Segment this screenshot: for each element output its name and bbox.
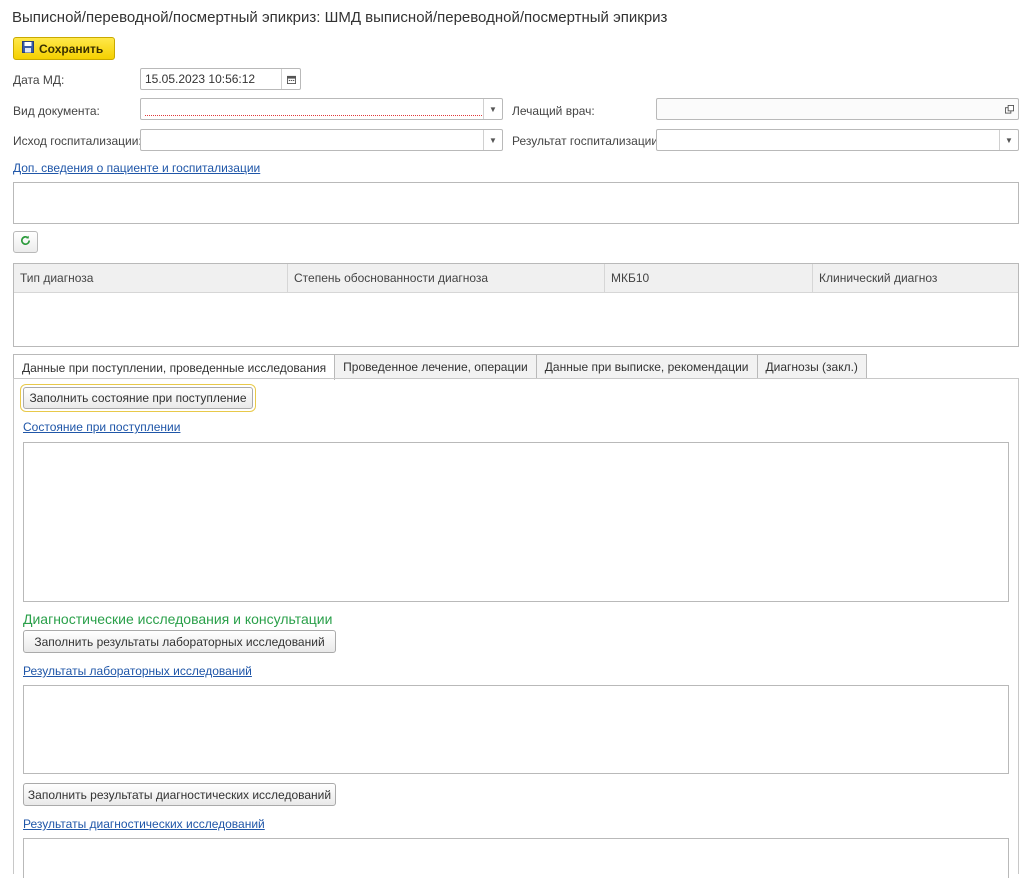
extra-info-textarea[interactable] xyxy=(13,182,1019,224)
required-marker xyxy=(145,115,482,116)
window-edge xyxy=(0,0,3,874)
lab-results-link[interactable]: Результаты лабораторных исследований xyxy=(23,664,252,678)
outcome-select[interactable]: ▼ xyxy=(140,129,503,151)
date-field[interactable]: 15.05.2023 10:56:12 xyxy=(140,68,301,90)
extra-info-link[interactable]: Доп. сведения о пациенте и госпитализаци… xyxy=(13,161,260,175)
result-select[interactable]: ▼ xyxy=(656,129,1019,151)
result-label: Результат госпитализации: xyxy=(512,134,662,148)
diagnosis-table[interactable]: Тип диагноза Степень обоснованности диаг… xyxy=(13,263,1019,347)
column-header[interactable]: МКБ10 xyxy=(605,264,813,292)
fill-admission-state-button[interactable]: Заполнить состояние при поступление xyxy=(20,384,256,412)
admission-state-textarea[interactable] xyxy=(23,442,1009,602)
refresh-button[interactable] xyxy=(13,231,38,253)
date-value: 15.05.2023 10:56:12 xyxy=(145,72,256,86)
tab-treatment[interactable]: Проведенное лечение, операции xyxy=(334,354,537,379)
chevron-down-icon[interactable]: ▼ xyxy=(483,99,502,119)
column-header[interactable]: Клинический диагноз xyxy=(813,264,1018,292)
tab-bar: Данные при поступлении, проведенные иссл… xyxy=(13,354,867,380)
save-button[interactable]: Сохранить xyxy=(13,37,115,60)
fill-lab-results-button[interactable]: Заполнить результаты лабораторных исслед… xyxy=(23,630,336,653)
save-button-label: Сохранить xyxy=(39,41,104,56)
diag-results-link[interactable]: Результаты диагностических исследований xyxy=(23,817,265,831)
tab-admission-data[interactable]: Данные при поступлении, проведенные иссл… xyxy=(13,354,336,380)
doc-type-select[interactable]: ▼ xyxy=(140,98,503,120)
chevron-down-icon[interactable]: ▼ xyxy=(483,130,502,150)
tab-diagnoses[interactable]: Диагнозы (закл.) xyxy=(756,354,867,379)
diag-results-textarea[interactable] xyxy=(23,838,1009,878)
save-icon xyxy=(22,41,34,56)
diagnostics-section-title: Диагностические исследования и консульта… xyxy=(23,611,333,627)
tab-discharge-data[interactable]: Данные при выписке, рекомендации xyxy=(535,354,758,379)
lab-results-textarea[interactable] xyxy=(23,685,1009,774)
column-header[interactable]: Степень обоснованности диагноза xyxy=(288,264,605,292)
refresh-icon xyxy=(20,235,31,249)
doc-type-label: Вид документа: xyxy=(13,104,100,118)
column-header[interactable]: Тип диагноза xyxy=(14,264,288,292)
date-label: Дата МД: xyxy=(13,73,65,87)
chevron-down-icon[interactable]: ▼ xyxy=(999,130,1018,150)
doctor-field[interactable] xyxy=(656,98,1019,120)
fill-diag-results-button[interactable]: Заполнить результаты диагностических исс… xyxy=(23,783,336,806)
page-title: Выписной/переводной/посмертный эпикриз: … xyxy=(12,9,668,26)
admission-state-link[interactable]: Состояние при поступлении xyxy=(23,420,180,434)
outcome-label: Исход госпитализации: xyxy=(13,134,142,148)
doctor-label: Лечащий врач: xyxy=(512,104,595,118)
open-icon[interactable] xyxy=(1000,99,1018,119)
calendar-icon[interactable] xyxy=(281,69,300,89)
table-header: Тип диагноза Степень обоснованности диаг… xyxy=(14,264,1018,293)
